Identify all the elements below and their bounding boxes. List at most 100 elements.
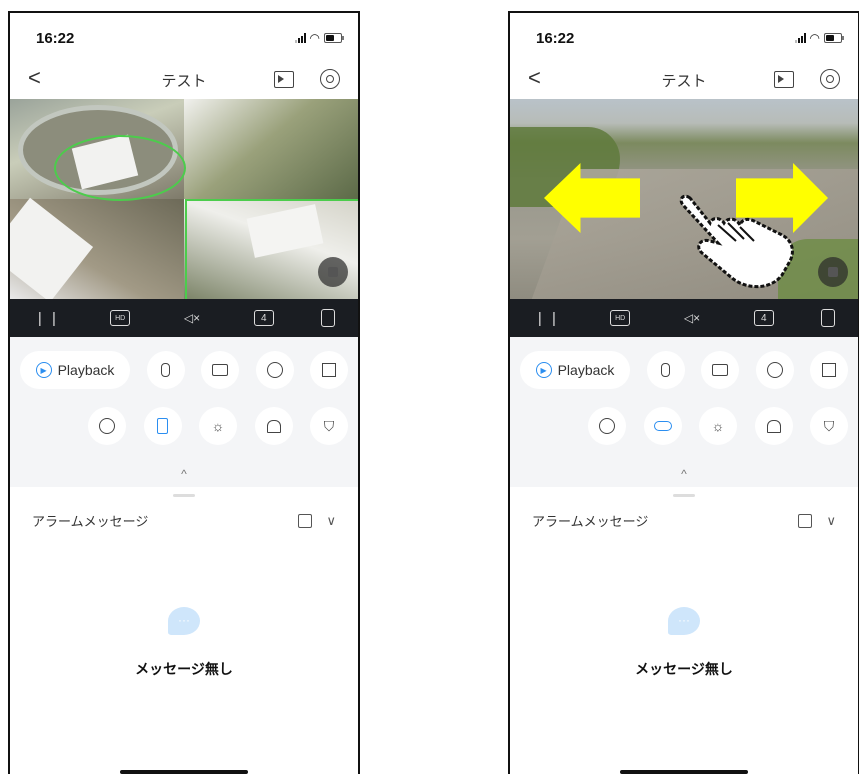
ptz-icon: [99, 418, 115, 434]
playlist-icon[interactable]: [774, 71, 794, 88]
collapse-chevron-icon[interactable]: ^: [10, 467, 358, 481]
arrow-left-icon: [544, 163, 640, 233]
status-bar: 16:22 ◠: [510, 13, 858, 63]
shield-icon: ⛉: [323, 417, 335, 434]
action-panel: ▶ Playback ☼ ⛉ ^: [10, 337, 358, 487]
floodlight-button[interactable]: ⛉: [810, 407, 848, 445]
mute-button[interactable]: ◁×: [177, 308, 207, 328]
alarm-bell-button[interactable]: [754, 407, 793, 445]
snapshot-button[interactable]: [255, 351, 294, 389]
cellular-signal-icon: [794, 33, 806, 43]
microphone-icon: [161, 363, 170, 377]
chevron-down-icon[interactable]: ∨: [326, 513, 336, 529]
chat-bubble-icon: ···: [668, 607, 700, 635]
grid-icon: [822, 363, 836, 377]
wifi-icon: ◠: [809, 31, 820, 45]
microphone-button[interactable]: [146, 351, 185, 389]
status-time: 16:22: [36, 30, 75, 47]
ptz-button[interactable]: [88, 407, 126, 445]
page-title: テスト: [161, 73, 207, 90]
playback-button[interactable]: ▶ Playback: [520, 351, 630, 389]
playlist-icon[interactable]: [274, 71, 294, 88]
camera-icon: [266, 362, 283, 378]
ptz-icon: [599, 418, 615, 434]
home-indicator: [120, 770, 248, 774]
alarm-message-card: アラームメッセージ ∨ ··· メッセージ無し: [520, 491, 848, 774]
microphone-icon: [661, 363, 670, 377]
playback-button[interactable]: ▶ Playback: [20, 351, 130, 389]
multiview-button[interactable]: [310, 351, 348, 389]
record-button[interactable]: [201, 351, 239, 389]
wifi-icon: ◠: [309, 31, 320, 45]
light-button[interactable]: ☼: [699, 407, 737, 445]
settings-icon[interactable]: [820, 69, 840, 89]
video-control-bar: | | HD ◁× 4: [10, 299, 358, 337]
video-record-icon: [712, 364, 728, 376]
calendar-icon[interactable]: [798, 513, 813, 528]
bell-icon: [266, 419, 281, 433]
cellular-signal-icon: [294, 33, 306, 43]
shield-icon: ⛉: [823, 417, 835, 434]
status-time: 16:22: [536, 30, 575, 47]
pause-button[interactable]: | |: [33, 308, 63, 328]
drag-handle[interactable]: [173, 494, 195, 497]
split-view-button[interactable]: 4: [753, 310, 774, 326]
action-panel: ▶ Playback ☼ ⛉ ^: [510, 337, 858, 487]
multiview-button[interactable]: [810, 351, 848, 389]
home-indicator: [620, 770, 748, 774]
video-feed-quad[interactable]: [10, 99, 358, 299]
playback-label: Playback: [557, 362, 615, 378]
playback-label: Playback: [57, 362, 115, 378]
video-quadrant: [10, 197, 184, 299]
hd-button[interactable]: HD: [110, 310, 131, 326]
mute-button[interactable]: ◁×: [677, 308, 707, 328]
alarm-title: アラームメッセージ: [32, 514, 149, 529]
video-overlay-button[interactable]: [818, 257, 848, 287]
microphone-button[interactable]: [646, 351, 685, 389]
video-overlay-button[interactable]: [318, 257, 348, 287]
calendar-icon[interactable]: [298, 513, 313, 528]
pause-button[interactable]: | |: [533, 308, 563, 328]
alarm-message-card: アラームメッセージ ∨ ··· メッセージ無し: [20, 491, 348, 774]
battery-icon: [324, 33, 344, 43]
chevron-down-icon[interactable]: ∨: [826, 513, 836, 529]
ptz-button[interactable]: [588, 407, 626, 445]
light-button[interactable]: ☼: [199, 407, 237, 445]
view-mode-toggle[interactable]: [143, 407, 182, 445]
split-view-button[interactable]: 4: [253, 310, 274, 326]
fullscreen-rotate-icon[interactable]: [820, 309, 835, 327]
camera-icon: [766, 362, 783, 378]
nav-bar: < テスト: [10, 63, 358, 99]
hd-button[interactable]: HD: [610, 310, 631, 326]
fullscreen-rotate-icon[interactable]: [320, 309, 335, 327]
chat-bubble-icon: ···: [168, 607, 200, 635]
record-button[interactable]: [701, 351, 739, 389]
light-icon: ☼: [711, 418, 725, 434]
empty-message: メッセージ無し: [635, 661, 733, 677]
collapse-chevron-icon[interactable]: ^: [510, 467, 858, 481]
light-icon: ☼: [211, 418, 225, 434]
playback-icon: ▶: [35, 362, 52, 378]
battery-icon: [824, 33, 844, 43]
page-title: テスト: [661, 73, 707, 90]
floodlight-button[interactable]: ⛉: [310, 407, 348, 445]
video-quadrant: [184, 99, 358, 199]
capsule-icon: [653, 421, 672, 431]
nav-bar: < テスト: [510, 63, 858, 99]
phone-icon: [157, 418, 168, 434]
settings-icon[interactable]: [320, 69, 340, 89]
snapshot-button[interactable]: [755, 351, 794, 389]
phone-screen-right: 16:22 ◠ < テスト | | HD ◁× 4 ▶ Playback ☼ ⛉…: [508, 11, 859, 774]
empty-message: メッセージ無し: [135, 661, 233, 677]
detection-box: [54, 135, 186, 201]
video-record-icon: [212, 364, 228, 376]
alarm-bell-button[interactable]: [254, 407, 293, 445]
playback-icon: ▶: [535, 362, 552, 378]
view-mode-toggle[interactable]: [643, 407, 682, 445]
hand-swipe-icon: [679, 194, 794, 289]
grid-icon: [322, 363, 336, 377]
drag-handle[interactable]: [673, 494, 695, 497]
alarm-title: アラームメッセージ: [532, 514, 649, 529]
status-bar: 16:22 ◠: [10, 13, 358, 63]
phone-screen-left: 16:22 ◠ < テスト | | HD ◁× 4 ▶ Playback ☼ ⛉…: [8, 11, 360, 774]
